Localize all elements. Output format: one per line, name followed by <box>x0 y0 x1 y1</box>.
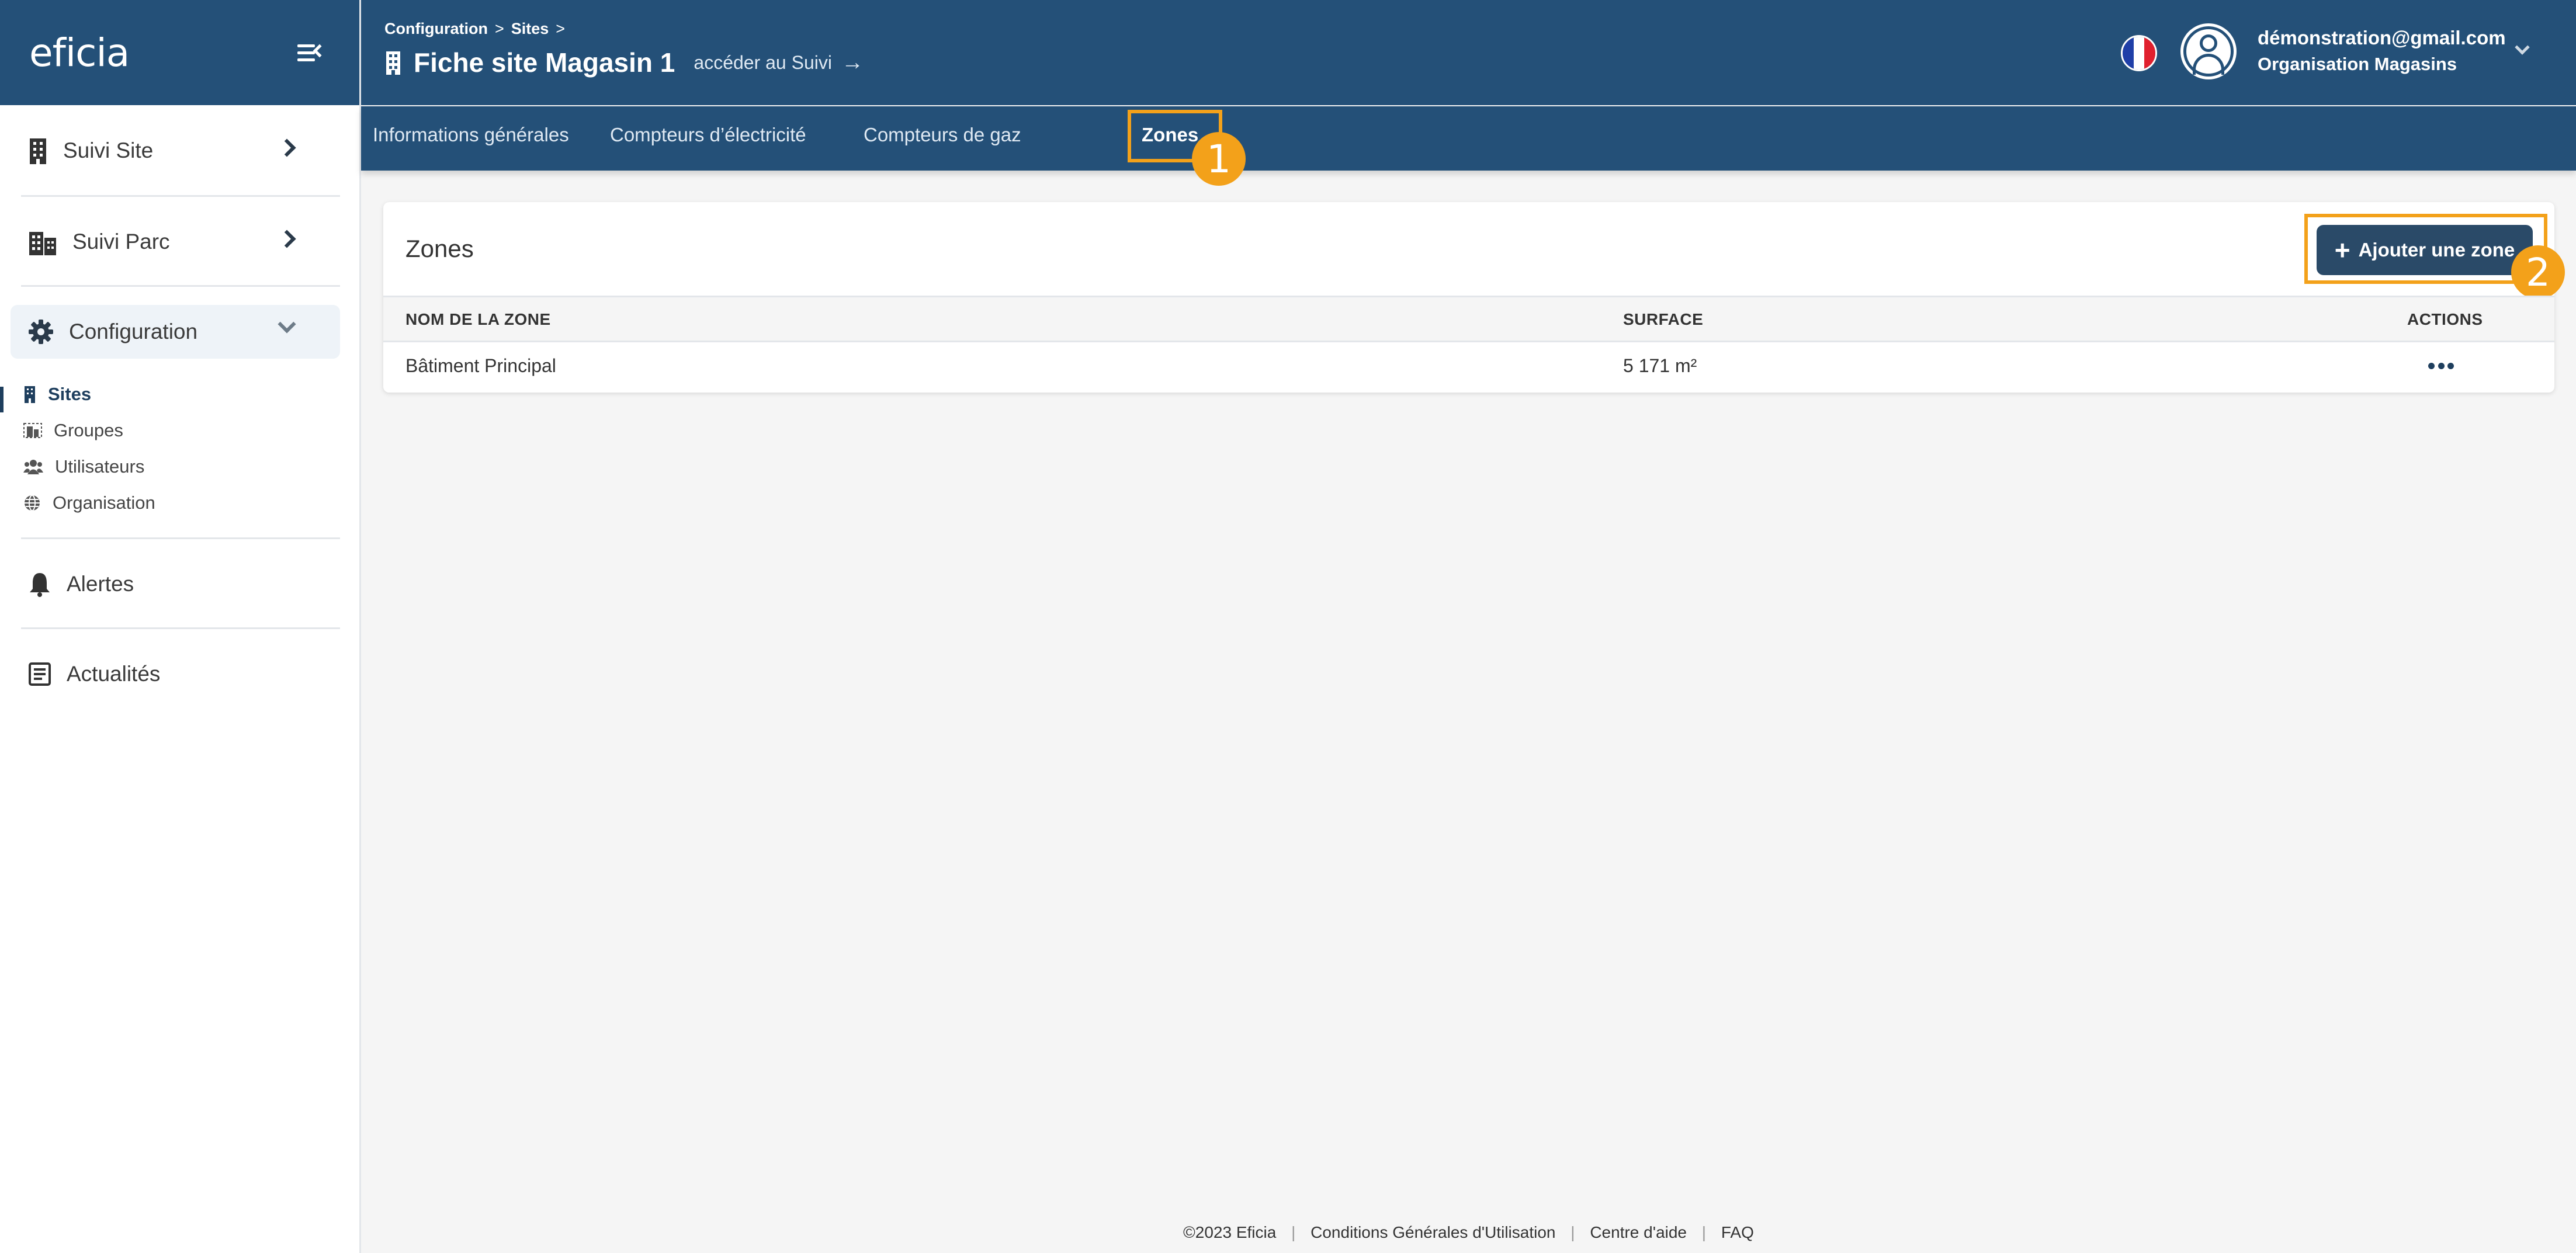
footer: ©2023 Eficia | Conditions Générales d'Ut… <box>1183 1223 1754 1241</box>
eficia-logo[interactable]: eficia <box>29 30 130 75</box>
table-row[interactable]: Bâtiment Principal 5 171 m² <box>383 342 2554 390</box>
french-flag-icon[interactable] <box>2121 35 2157 71</box>
sidebar-divider <box>21 285 340 287</box>
sidebar-item-label: Alertes <box>67 572 134 596</box>
sidebar-subitem-sites[interactable]: Sites <box>0 379 91 410</box>
sidebar-subitem-label: Utilisateurs <box>55 456 145 477</box>
breadcrumb-separator: > <box>556 20 566 37</box>
users-icon <box>23 460 43 474</box>
sidebar-item-suivi-parc[interactable]: Suivi Parc <box>0 215 340 269</box>
sidebar-divider <box>21 627 340 629</box>
breadcrumb-item-configuration[interactable]: Configuration <box>384 20 488 38</box>
page-title: Fiche site Magasin 1 <box>414 47 675 78</box>
chevron-down-icon[interactable] <box>2515 40 2530 55</box>
sidebar-subitem-label: Groupes <box>54 420 123 440</box>
buildings-icon <box>29 232 56 255</box>
footer-link-faq[interactable]: FAQ <box>1721 1223 1754 1241</box>
title-row: Fiche site Magasin 1 accéder au Suivi → <box>384 47 864 78</box>
user-info[interactable]: démonstration@gmail.com Organisation Mag… <box>2258 27 2506 75</box>
more-actions-icon[interactable] <box>2428 360 2454 372</box>
sidebar: eficia Suivi Site Suivi Parc Configurati… <box>0 0 361 1253</box>
bell-icon <box>30 573 50 597</box>
sidebar-subitem-groupes[interactable]: Groupes <box>0 415 123 446</box>
sidebar-item-actualites[interactable]: Actualités <box>0 647 340 701</box>
card-title: Zones <box>405 235 474 262</box>
globe-icon <box>25 495 40 511</box>
column-header-actions: ACTIONS <box>2407 310 2483 328</box>
column-header-name[interactable]: NOM DE LA ZONE <box>405 310 551 329</box>
arrow-right-icon: → <box>841 50 864 75</box>
zone-name: Bâtiment Principal <box>405 355 556 376</box>
goto-suivi-label: accéder au Suivi <box>694 51 832 73</box>
brand-bar: eficia <box>0 0 359 105</box>
sidebar-subitem-label: Organisation <box>53 492 155 513</box>
sidebar-subitem-utilisateurs[interactable]: Utilisateurs <box>0 451 144 483</box>
chevron-right-icon <box>278 138 296 157</box>
user-organisation: Organisation Magasins <box>2258 54 2457 74</box>
top-header: Configuration > Sites > Fiche site Magas… <box>361 0 2576 105</box>
chevron-right-icon <box>278 230 296 248</box>
breadcrumb-item-sites[interactable]: Sites <box>511 20 549 38</box>
tab-compteurs-gaz[interactable]: Compteurs de gaz <box>864 124 1021 146</box>
breadcrumb-separator: > <box>494 20 504 37</box>
zone-surface: 5 171 m² <box>1623 355 1697 376</box>
user-avatar[interactable] <box>2180 23 2237 79</box>
tab-compteurs-electricite[interactable]: Compteurs d’électricité <box>610 124 806 146</box>
sidebar-item-configuration[interactable]: Configuration <box>11 305 340 359</box>
building-icon <box>386 51 400 75</box>
table-header: NOM DE LA ZONE SURFACE ACTIONS <box>383 296 2554 342</box>
sidebar-item-label: Suivi Parc <box>72 230 170 254</box>
building-icon <box>25 386 35 403</box>
sidebar-item-label: Suivi Site <box>63 138 154 162</box>
news-icon <box>29 662 51 686</box>
sidebar-divider <box>21 195 340 197</box>
user-email: démonstration@gmail.com <box>2258 27 2506 48</box>
gear-icon <box>29 320 53 344</box>
step-badge: 2 <box>2511 245 2565 299</box>
chevron-down-icon <box>278 315 296 334</box>
site-tabs: Informations générales Compteurs d’élect… <box>361 106 2576 186</box>
sidebar-divider <box>21 537 340 539</box>
sidebar-item-label: Configuration <box>69 320 198 343</box>
sidebar-item-alertes[interactable]: Alertes <box>0 557 340 611</box>
goto-suivi-link[interactable]: accéder au Suivi → <box>694 50 864 75</box>
sidebar-subitem-organisation[interactable]: Organisation <box>0 487 155 519</box>
sidebar-item-suivi-site[interactable]: Suivi Site <box>0 124 340 178</box>
step-badge: 1 <box>1192 132 1246 186</box>
tab-informations-generales[interactable]: Informations générales <box>373 124 569 146</box>
sidebar-subitem-label: Sites <box>48 384 92 404</box>
zones-card: Zones + Ajouter une zone 2 NOM DE LA ZON… <box>383 202 2565 393</box>
column-header-surface[interactable]: SURFACE <box>1623 310 1703 329</box>
building-icon <box>30 138 46 164</box>
collapse-menu-icon[interactable] <box>297 41 327 64</box>
footer-copyright: ©2023 Eficia <box>1183 1223 1277 1241</box>
footer-link-cgu[interactable]: Conditions Générales d'Utilisation <box>1310 1223 1555 1241</box>
footer-link-help[interactable]: Centre d'aide <box>1590 1223 1687 1241</box>
sidebar-item-label: Actualités <box>67 662 161 686</box>
building-group-icon <box>23 423 42 438</box>
breadcrumb: Configuration > Sites > <box>384 20 572 38</box>
